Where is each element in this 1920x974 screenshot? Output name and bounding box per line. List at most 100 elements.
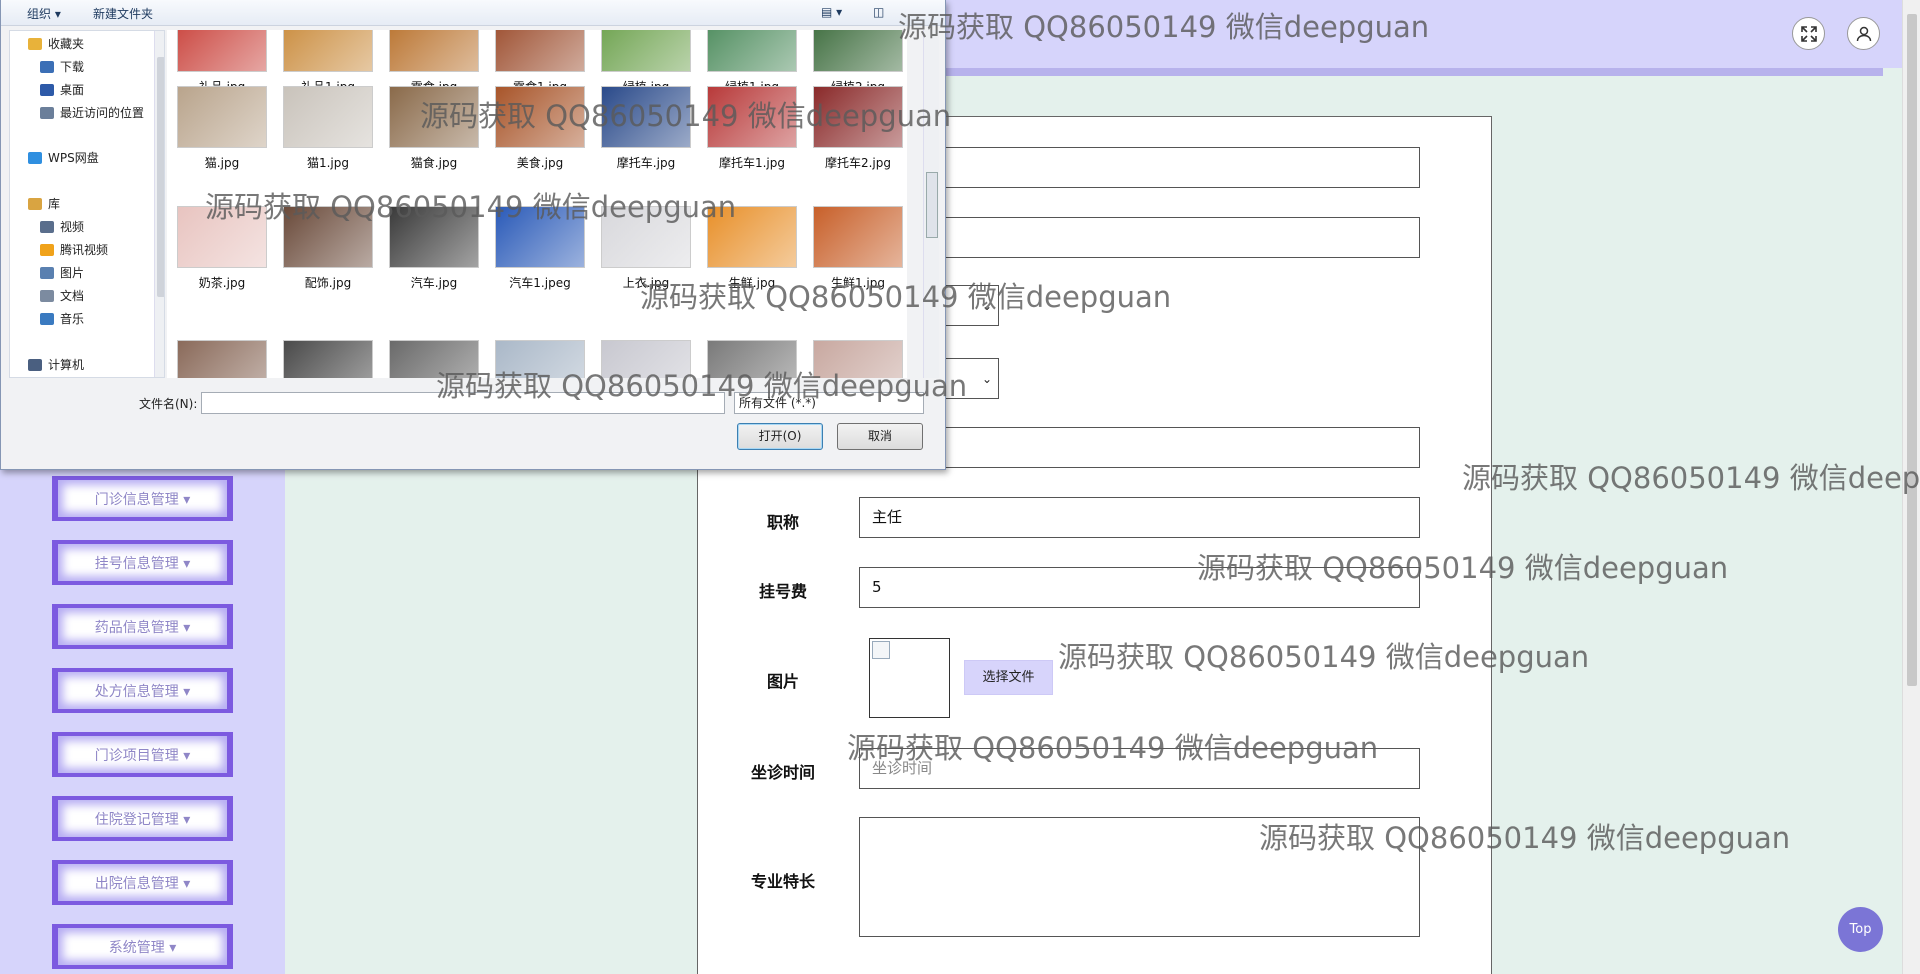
sidebar: 门诊信息管理 ▾ 挂号信息管理 ▾ 药品信息管理 ▾ 处方信息管理 ▾ 门诊项目… <box>0 460 285 974</box>
specialty-label: 专业特长 <box>750 872 815 891</box>
nav-library[interactable]: 库 <box>28 195 60 212</box>
file-list-scrollbar-thumb[interactable] <box>926 172 938 238</box>
sidebar-item-clinic-project[interactable]: 门诊项目管理 ▾ <box>52 732 233 777</box>
sidebar-item-label: 门诊项目管理 ▾ <box>58 736 227 773</box>
file-list-scrollbar[interactable] <box>923 30 939 378</box>
file-name: 猫.jpg <box>204 156 240 170</box>
file-name: 猫1.jpg <box>306 156 350 170</box>
file-name: 汽车1.jpeg <box>509 276 571 290</box>
file-thumbnail <box>813 30 903 72</box>
sidebar-item-discharge[interactable]: 出院信息管理 ▾ <box>52 860 233 905</box>
file-thumbnail <box>177 86 267 148</box>
music-icon <box>40 312 54 325</box>
fee-label: 挂号费 <box>758 582 807 601</box>
preview-pane-icon[interactable]: ◫ <box>873 5 884 19</box>
file-thumbnail <box>813 86 903 148</box>
time-label: 坐诊时间 <box>750 763 815 782</box>
time-input[interactable]: 坐诊时间 <box>859 748 1420 789</box>
sidebar-item-admission[interactable]: 住院登记管理 ▾ <box>52 796 233 841</box>
sidebar-item-system[interactable]: 系统管理 ▾ <box>52 924 233 969</box>
file-open-dialog: 组织 ▾ 新建文件夹 ▤ ▾ ◫ 收藏夹 下载 桌面 最近访问的位置 WPS网盘… <box>0 0 946 470</box>
file-name: 上衣.jpg <box>622 276 670 290</box>
file-name: 汽车.jpg <box>410 276 458 290</box>
file-thumbnail <box>707 340 797 378</box>
fee-input[interactable]: 5 <box>859 567 1420 608</box>
sidebar-item-label: 门诊信息管理 ▾ <box>58 480 227 517</box>
sidebar-item-label: 处方信息管理 ▾ <box>58 672 227 709</box>
file-thumbnail <box>601 30 691 72</box>
file-thumbnail <box>177 30 267 72</box>
dialog-toolbar: 组织 ▾ 新建文件夹 ▤ ▾ ◫ <box>1 0 945 26</box>
choose-file-button[interactable]: 选择文件 <box>964 660 1053 695</box>
navigation-pane: 收藏夹 下载 桌面 最近访问的位置 WPS网盘 库 视频 腾讯视频 图片 文档 … <box>9 30 165 378</box>
file-name: 美食.jpg <box>516 156 564 170</box>
nav-music[interactable]: 音乐 <box>40 310 84 327</box>
nav-videos[interactable]: 视频 <box>40 218 84 235</box>
watermark: 源码获取 QQ86050149 微信deep <box>1462 461 1920 495</box>
file-thumbnail <box>707 86 797 148</box>
recent-places-icon <box>40 106 54 119</box>
view-options-icon[interactable]: ▤ ▾ <box>821 5 842 19</box>
specialty-textarea[interactable] <box>859 817 1420 937</box>
star-icon <box>28 37 42 50</box>
cancel-button[interactable]: 取消 <box>837 423 923 450</box>
nav-scrollbar[interactable] <box>154 31 164 377</box>
user-icon <box>1856 26 1871 41</box>
file-name: 奶茶.jpg <box>198 276 246 290</box>
nav-wps-cloud[interactable]: WPS网盘 <box>28 149 99 166</box>
file-thumbnail <box>495 86 585 148</box>
organize-menu[interactable]: 组织 ▾ <box>27 5 61 22</box>
image-preview <box>869 638 950 718</box>
file-thumbnail <box>389 86 479 148</box>
file-name: 生鲜.jpg <box>728 276 776 290</box>
back-to-top-button[interactable]: Top <box>1838 907 1883 952</box>
file-name: 配饰.jpg <box>304 276 352 290</box>
scrollbar-thumb[interactable] <box>1907 14 1917 686</box>
sidebar-item-prescription[interactable]: 处方信息管理 ▾ <box>52 668 233 713</box>
chevron-down-icon: ⌄ <box>981 298 992 313</box>
file-name: 猫食.jpg <box>410 156 458 170</box>
file-thumbnail <box>707 206 797 268</box>
new-folder-button[interactable]: 新建文件夹 <box>93 5 153 22</box>
picture-icon <box>40 266 54 279</box>
nav-recent[interactable]: 最近访问的位置 <box>40 104 144 121</box>
library-icon <box>28 197 42 210</box>
nav-documents[interactable]: 文档 <box>40 287 84 304</box>
fullscreen-button[interactable] <box>1792 17 1825 50</box>
filename-label: 文件名(N): <box>139 397 198 411</box>
sidebar-item-clinic[interactable]: 门诊信息管理 ▾ <box>52 476 233 521</box>
file-thumbnail <box>283 30 373 72</box>
open-button[interactable]: 打开(O) <box>737 423 823 450</box>
filetype-select[interactable]: 所有文件 (*.*) <box>734 392 924 414</box>
expand-icon <box>1800 25 1817 42</box>
file-list: 礼品.jpg礼品1.jpg零食.jpg零食1.jpg绿植.jpg绿植1.jpg绿… <box>167 30 907 378</box>
nav-pictures[interactable]: 图片 <box>40 264 84 281</box>
user-button[interactable] <box>1847 17 1880 50</box>
file-name: 摩托车1.jpg <box>718 156 786 170</box>
file-thumbnail <box>283 340 373 378</box>
nav-tencent-video[interactable]: 腾讯视频 <box>40 241 108 258</box>
file-thumbnail <box>495 206 585 268</box>
nav-desktop[interactable]: 桌面 <box>40 81 84 98</box>
sidebar-item-label: 住院登记管理 ▾ <box>58 800 227 837</box>
nav-downloads[interactable]: 下载 <box>40 58 84 75</box>
sidebar-item-label: 出院信息管理 ▾ <box>58 864 227 901</box>
cloud-icon <box>28 151 42 164</box>
sidebar-item-medicine[interactable]: 药品信息管理 ▾ <box>52 604 233 649</box>
nav-computer[interactable]: 计算机 <box>28 356 84 373</box>
chevron-down-icon: ⌄ <box>981 371 992 386</box>
header-divider <box>920 68 1883 76</box>
broken-image-icon <box>872 641 890 659</box>
title-input[interactable]: 主任 <box>859 497 1420 538</box>
file-name: 摩托车.jpg <box>616 156 676 170</box>
file-thumbnail <box>389 30 479 72</box>
nav-favorites[interactable]: 收藏夹 <box>28 35 84 52</box>
sidebar-item-registration[interactable]: 挂号信息管理 ▾ <box>52 540 233 585</box>
filename-input[interactable] <box>201 392 725 414</box>
nav-scrollbar-thumb[interactable] <box>157 57 164 297</box>
image-label: 图片 <box>766 672 799 691</box>
file-name: 生鲜1.jpg <box>830 276 886 290</box>
sidebar-item-label: 挂号信息管理 ▾ <box>58 544 227 581</box>
page-scrollbar[interactable] <box>1902 0 1920 974</box>
file-thumbnail <box>601 340 691 378</box>
